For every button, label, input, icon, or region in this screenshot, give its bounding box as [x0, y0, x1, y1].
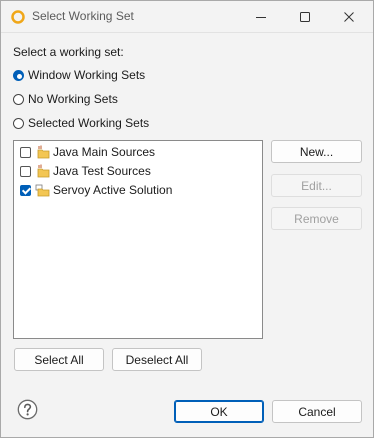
java-working-set-icon — [37, 164, 50, 178]
java-working-set-icon — [37, 145, 50, 159]
radio-no-working-sets[interactable]: No Working Sets — [13, 92, 118, 106]
edit-button[interactable]: Edit... — [271, 174, 362, 197]
checkbox-checked[interactable] — [20, 184, 31, 196]
radio-selected-working-sets[interactable]: Selected Working Sets — [13, 116, 149, 130]
new-button[interactable]: New... — [271, 140, 362, 163]
list-item[interactable]: Java Test Sources — [20, 162, 151, 180]
radio-label: Selected Working Sets — [28, 116, 150, 130]
prompt-label: Select a working set: — [13, 45, 124, 59]
resource-working-set-icon — [35, 184, 50, 197]
checkbox[interactable] — [20, 165, 31, 177]
select-working-set-dialog: Select Working Set Select a working set:… — [0, 0, 374, 438]
deselect-all-label: Deselect All — [125, 352, 189, 367]
list-item[interactable]: Java Main Sources — [20, 143, 155, 161]
radio-window-working-sets[interactable]: Window Working Sets — [13, 68, 145, 82]
cancel-button-label: Cancel — [298, 404, 336, 419]
remove-button-label: Remove — [294, 211, 339, 226]
working-set-list[interactable]: Java Main Sources Java Test Sources Serv… — [13, 140, 263, 339]
radio-indicator — [13, 93, 24, 105]
title-bar[interactable]: Select Working Set — [1, 1, 373, 33]
deselect-all-button[interactable]: Deselect All — [112, 348, 202, 371]
select-all-label: Select All — [34, 352, 84, 367]
cancel-button[interactable]: Cancel — [272, 400, 362, 423]
remove-button[interactable]: Remove — [271, 207, 362, 230]
edit-button-label: Edit... — [301, 178, 332, 193]
checkbox[interactable] — [20, 146, 31, 158]
maximize-icon — [300, 11, 310, 22]
maximize-button[interactable] — [283, 1, 327, 32]
new-button-label: New... — [299, 144, 334, 159]
ok-button-label: OK — [210, 404, 228, 419]
eclipse-ring-icon — [11, 10, 25, 24]
radio-indicator — [13, 69, 24, 81]
list-item-label: Java Test Sources — [53, 164, 151, 178]
radio-label: Window Working Sets — [28, 68, 146, 82]
minimize-button[interactable] — [239, 1, 283, 32]
radio-indicator — [13, 117, 24, 129]
help-icon[interactable] — [17, 399, 38, 420]
dialog-body: Select a working set: Window Working Set… — [1, 33, 373, 437]
radio-label: No Working Sets — [28, 92, 118, 106]
close-icon — [344, 11, 354, 22]
list-item-label: Servoy Active Solution — [53, 183, 173, 197]
list-item[interactable]: Servoy Active Solution — [20, 181, 172, 199]
minimize-icon — [256, 16, 266, 18]
close-button[interactable] — [327, 1, 371, 32]
select-all-button[interactable]: Select All — [14, 348, 104, 371]
ok-button[interactable]: OK — [174, 400, 264, 423]
window-title: Select Working Set — [32, 9, 134, 23]
list-item-label: Java Main Sources — [53, 145, 156, 159]
